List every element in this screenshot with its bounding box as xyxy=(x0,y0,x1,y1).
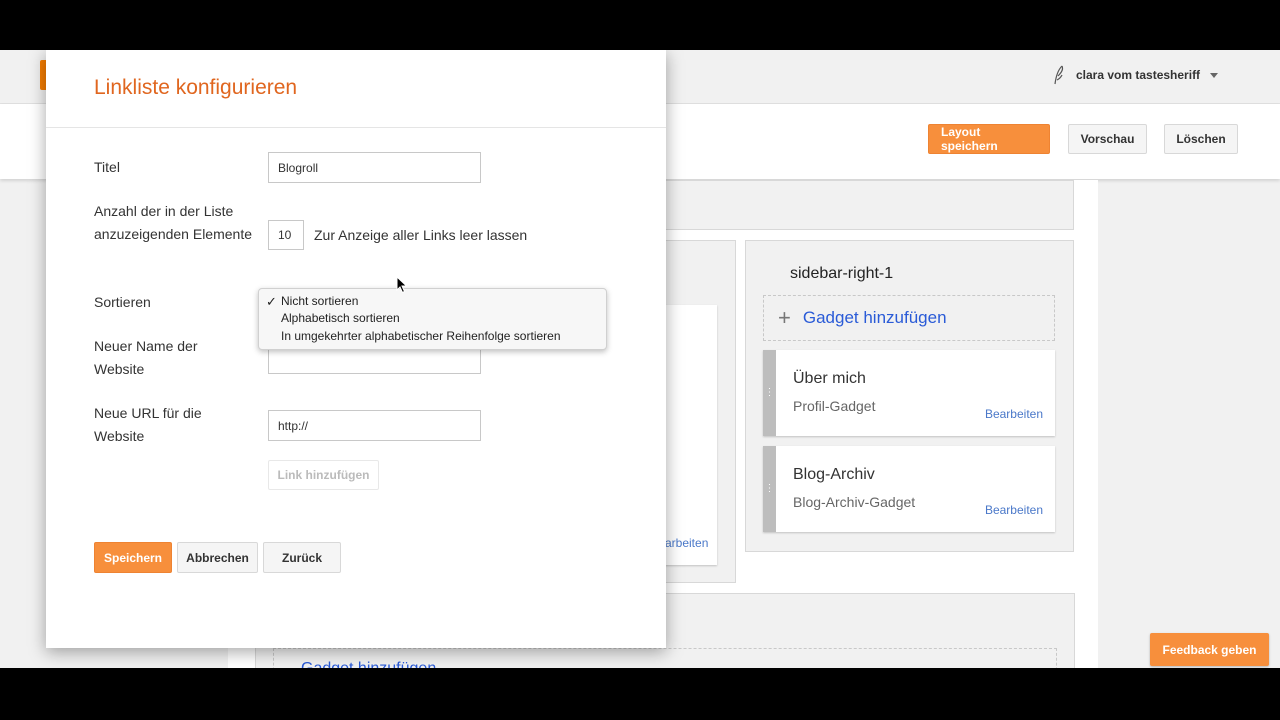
add-link-button[interactable]: Link hinzufügen xyxy=(268,460,379,490)
gadget-subtitle: Blog-Archiv-Gadget xyxy=(793,494,916,510)
background-edit-link[interactable]: arbeiten xyxy=(665,536,708,550)
add-gadget-label: Gadget hinzufügen xyxy=(802,308,947,327)
cancel-button[interactable]: Abbrechen xyxy=(177,542,258,573)
count-hint: Zur Anzeige aller Links leer lassen xyxy=(314,227,528,243)
gadget-edit-link[interactable]: Bearbeiten xyxy=(985,407,1043,421)
title-input[interactable]: Blogroll xyxy=(268,152,481,183)
add-gadget-button[interactable]: + Gadget hinzufügen xyxy=(763,295,1055,341)
quill-icon xyxy=(1054,65,1064,85)
dialog-divider xyxy=(46,127,666,128)
sort-label: Sortieren xyxy=(94,294,151,310)
new-url-label: Neue URL für die Website xyxy=(94,405,202,444)
sort-option[interactable]: Nicht sortieren xyxy=(281,293,358,310)
back-button[interactable]: Zurück xyxy=(263,542,341,573)
mouse-cursor-icon xyxy=(396,276,408,294)
account-name: clara vom tastesheriff xyxy=(1076,68,1201,82)
chevron-down-icon[interactable] xyxy=(1210,72,1219,78)
gadget-title: Über mich xyxy=(793,370,866,387)
configure-linklist-dialog: Linkliste konfigurieren Titel Blogroll A… xyxy=(46,50,666,648)
feedback-button[interactable]: Feedback geben xyxy=(1150,633,1269,666)
drag-handle-icon[interactable]: ⋮ xyxy=(763,446,776,532)
drag-handle-icon[interactable]: ⋮ xyxy=(763,350,776,436)
account-menu[interactable]: clara vom tastesheriff xyxy=(1050,64,1219,86)
save-layout-button[interactable]: Layout speichern xyxy=(928,124,1050,154)
gadget-title: Blog-Archiv xyxy=(793,466,875,483)
checkmark-icon: ✓ xyxy=(266,294,277,309)
sort-option[interactable]: Alphabetisch sortieren xyxy=(281,310,400,327)
new-name-label: Neuer Name der Website xyxy=(94,338,198,377)
footer-add-gadget-label: Gadget hinzufügen xyxy=(301,660,436,668)
sort-dropdown[interactable]: ✓ Nicht sortieren Alphabetisch sortieren… xyxy=(258,288,607,350)
gadget-card[interactable]: ⋮ Blog-Archiv Blog-Archiv-Gadget Bearbei… xyxy=(763,446,1055,532)
blogger-layout-screen: clara vom tastesheriff Layout speichern … xyxy=(0,50,1280,668)
dialog-title: Linkliste konfigurieren xyxy=(94,76,298,99)
preview-button[interactable]: Vorschau xyxy=(1068,124,1147,154)
new-url-input[interactable]: http:// xyxy=(268,410,481,441)
panel-title: sidebar-right-1 xyxy=(790,265,894,282)
sidebar-panel: sidebar-right-1 + Gadget hinzufügen ⋮ Üb… xyxy=(745,240,1074,552)
save-button[interactable]: Speichern xyxy=(94,542,172,573)
count-input[interactable]: 10 xyxy=(268,220,304,250)
delete-button[interactable]: Löschen xyxy=(1164,124,1238,154)
plus-icon: + xyxy=(778,305,791,330)
count-label: Anzahl der in der Liste anzuzeigenden El… xyxy=(94,203,253,242)
sort-option[interactable]: In umgekehrter alphabetischer Reihenfolg… xyxy=(281,328,561,345)
gadget-edit-link[interactable]: Bearbeiten xyxy=(985,503,1043,517)
title-label: Titel xyxy=(94,159,120,175)
gadget-card[interactable]: ⋮ Über mich Profil-Gadget Bearbeiten xyxy=(763,350,1055,436)
gadget-subtitle: Profil-Gadget xyxy=(793,398,876,414)
